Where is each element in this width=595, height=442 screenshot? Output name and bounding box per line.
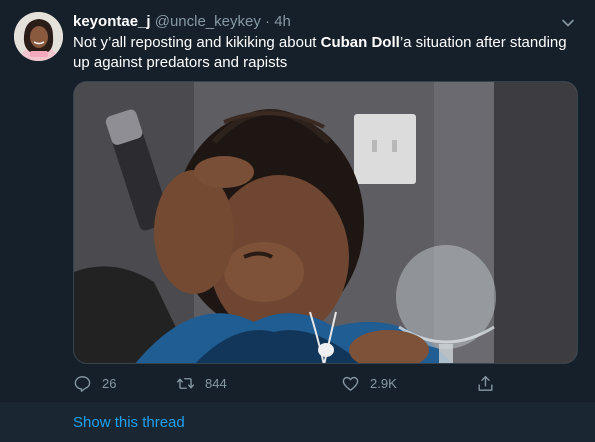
avatar-image [14,12,63,61]
retweet-count: 844 [205,375,227,391]
media-photo [74,82,577,363]
reply-count: 26 [102,375,117,391]
separator-dot: · [265,13,271,30]
show-thread-link[interactable]: Show this thread [73,413,185,433]
tweet-text: Not y’all reposting and kikiking about C… [73,33,573,73]
tweet-media[interactable] [73,81,578,364]
display-name[interactable]: keyontae_j [73,13,151,30]
like-icon [342,376,359,391]
tweet-text-bold: Cuban Doll [320,34,400,51]
tweet-actions: 26 844 2.9K [73,372,503,394]
tweet-text-part: Not y’all reposting and kikiking about [73,34,321,51]
share-button[interactable] [476,372,505,394]
tweet-header: keyontae_j @uncle_keykey · 4h [73,12,555,32]
timestamp[interactable]: 4h [274,13,291,30]
reply-icon [74,375,91,392]
reply-button[interactable]: 26 [73,372,116,394]
retweet-icon [176,377,195,389]
like-button[interactable]: 2.9K [341,372,397,394]
share-icon [478,375,493,391]
chevron-down-icon[interactable] [559,14,577,32]
user-handle[interactable]: @uncle_keykey [155,13,261,30]
tweet-card[interactable]: keyontae_j @uncle_keykey · 4h Not y’all … [0,0,595,442]
retweet-button[interactable]: 844 [176,372,227,394]
avatar[interactable] [14,12,63,61]
like-count: 2.9K [370,375,397,391]
